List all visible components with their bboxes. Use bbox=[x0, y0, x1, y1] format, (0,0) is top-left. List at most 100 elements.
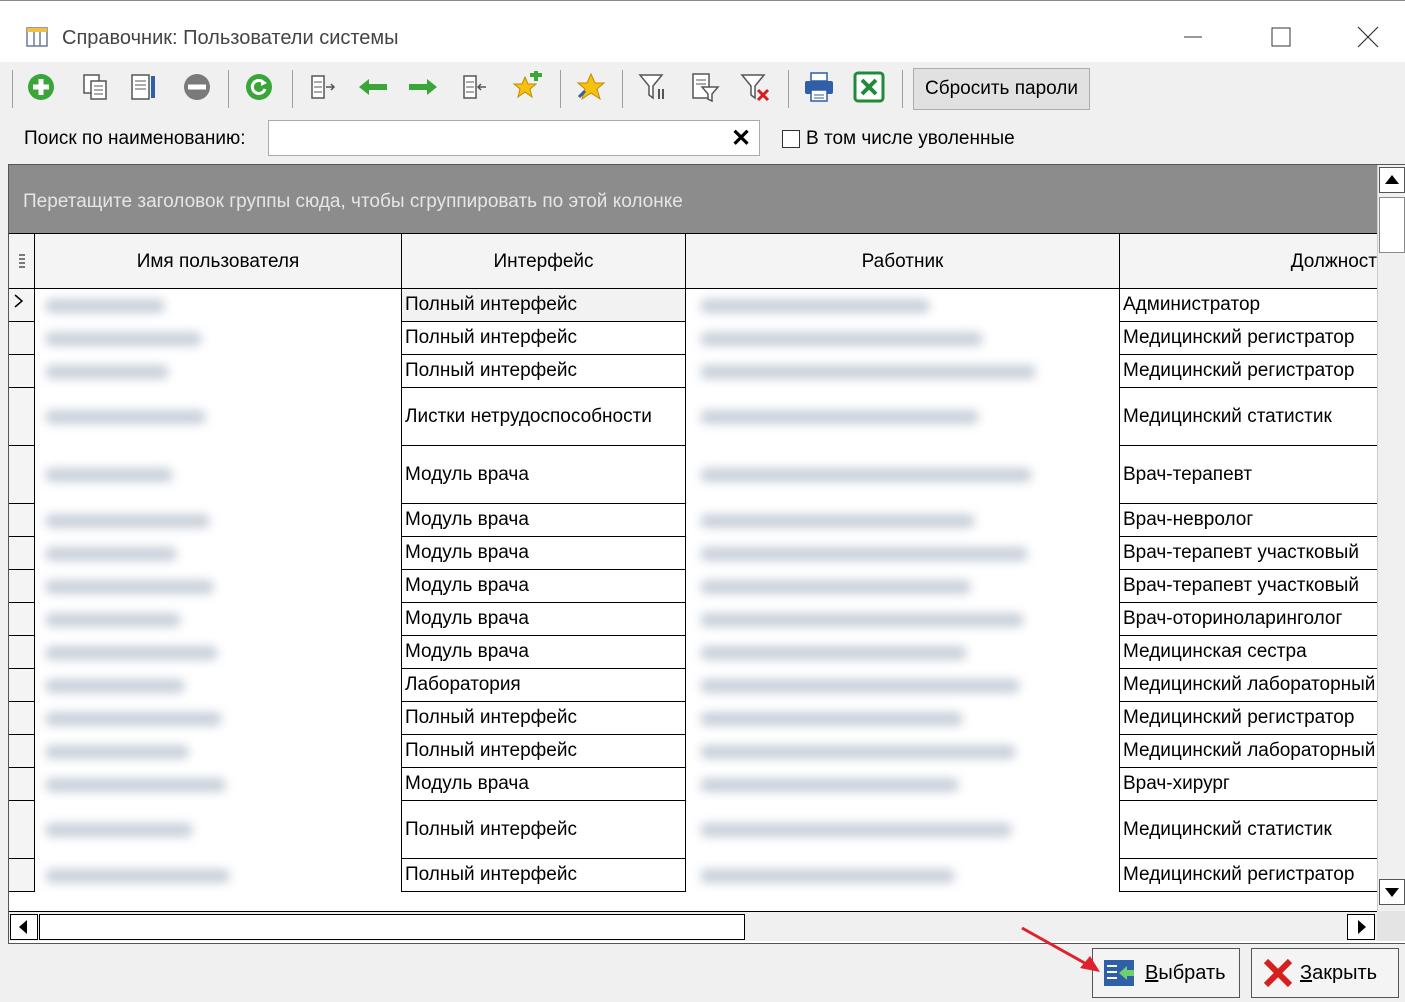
move-right-button[interactable] bbox=[406, 70, 440, 104]
position-cell[interactable]: Медицинский статистик bbox=[1120, 388, 1377, 446]
excel-export-button[interactable] bbox=[852, 70, 886, 104]
position-cell[interactable]: Администратор bbox=[1120, 289, 1377, 322]
username-cell[interactable] bbox=[35, 801, 402, 859]
worker-cell[interactable] bbox=[686, 355, 1120, 388]
username-cell[interactable] bbox=[35, 355, 402, 388]
username-cell[interactable] bbox=[35, 735, 402, 768]
worker-cell[interactable] bbox=[686, 388, 1120, 446]
table-row[interactable]: Модуль врача Врач-терапевт bbox=[9, 446, 1377, 504]
username-cell[interactable] bbox=[35, 702, 402, 735]
username-cell[interactable] bbox=[35, 289, 402, 322]
filter-button[interactable] bbox=[636, 70, 670, 104]
position-cell[interactable]: Медицинский статистик bbox=[1120, 801, 1377, 859]
row-indicator[interactable] bbox=[9, 355, 35, 388]
worker-cell[interactable] bbox=[686, 504, 1120, 537]
table-row[interactable]: Полный интерфейс Медицинский регистратор bbox=[9, 702, 1377, 735]
worker-cell[interactable] bbox=[686, 570, 1120, 603]
scroll-right-button[interactable] bbox=[1347, 914, 1375, 940]
position-cell[interactable]: Медицинский регистратор bbox=[1120, 859, 1377, 892]
minimize-button[interactable] bbox=[1170, 15, 1216, 55]
username-cell[interactable] bbox=[35, 446, 402, 504]
interface-cell[interactable]: Полный интерфейс bbox=[402, 702, 686, 735]
table-row[interactable]: Листки нетрудоспособности Медицинский ста… bbox=[9, 388, 1377, 446]
position-cell[interactable]: Врач-терапевт участковый bbox=[1120, 570, 1377, 603]
username-cell[interactable] bbox=[35, 669, 402, 702]
table-row[interactable]: Полный интерфейс Медицинский регистратор bbox=[9, 859, 1377, 892]
include-fired-label[interactable]: В том числе уволенные bbox=[806, 128, 1015, 150]
position-cell[interactable]: Медицинский лабораторный bbox=[1120, 669, 1377, 702]
worker-cell[interactable] bbox=[686, 859, 1120, 892]
worker-cell[interactable] bbox=[686, 603, 1120, 636]
interface-cell[interactable]: Полный интерфейс bbox=[402, 801, 686, 859]
username-cell[interactable] bbox=[35, 570, 402, 603]
horizontal-scroll-thumb[interactable] bbox=[39, 914, 745, 940]
position-cell[interactable]: Врач-терапевт участковый bbox=[1120, 537, 1377, 570]
copy-button[interactable] bbox=[78, 70, 112, 104]
interface-cell[interactable]: Полный интерфейс bbox=[402, 289, 686, 322]
delete-button[interactable] bbox=[180, 70, 214, 104]
table-row[interactable]: Модуль врача Врач-невролог bbox=[9, 504, 1377, 537]
username-cell[interactable] bbox=[35, 388, 402, 446]
position-cell[interactable]: Медицинский лабораторный bbox=[1120, 735, 1377, 768]
include-fired-checkbox[interactable] bbox=[782, 130, 800, 148]
interface-cell[interactable]: Полный интерфейс bbox=[402, 859, 686, 892]
column-header-position[interactable]: Должност bbox=[1120, 234, 1377, 289]
favorites-button[interactable] bbox=[574, 70, 608, 104]
edit-button[interactable] bbox=[126, 70, 160, 104]
table-row[interactable]: Модуль врача Врач-оториноларинголог bbox=[9, 603, 1377, 636]
column-header-worker[interactable]: Работник bbox=[686, 234, 1120, 289]
worker-cell[interactable] bbox=[686, 446, 1120, 504]
worker-cell[interactable] bbox=[686, 702, 1120, 735]
worker-cell[interactable] bbox=[686, 768, 1120, 801]
column-header-interface[interactable]: Интерфейс bbox=[402, 234, 686, 289]
row-indicator[interactable] bbox=[9, 289, 35, 322]
table-row[interactable]: Лаборатория Медицинский лабораторный bbox=[9, 669, 1377, 702]
row-indicator[interactable] bbox=[9, 570, 35, 603]
row-indicator[interactable] bbox=[9, 537, 35, 570]
search-input[interactable] bbox=[268, 120, 760, 156]
table-row[interactable]: Полный интерфейс Медицинский регистратор bbox=[9, 355, 1377, 388]
worker-cell[interactable] bbox=[686, 636, 1120, 669]
position-cell[interactable]: Врач-хирург bbox=[1120, 768, 1377, 801]
row-indicator[interactable] bbox=[9, 702, 35, 735]
interface-cell[interactable]: Полный интерфейс bbox=[402, 322, 686, 355]
close-button[interactable]: Закрыть bbox=[1251, 948, 1399, 998]
username-cell[interactable] bbox=[35, 504, 402, 537]
search-clear-button[interactable]: ✕ bbox=[731, 124, 751, 153]
filter-clear-button[interactable] bbox=[738, 70, 772, 104]
worker-cell[interactable] bbox=[686, 669, 1120, 702]
scroll-down-button[interactable] bbox=[1379, 879, 1405, 905]
position-cell[interactable]: Медицинский регистратор bbox=[1120, 322, 1377, 355]
row-indicator[interactable] bbox=[9, 636, 35, 669]
print-button[interactable] bbox=[802, 70, 836, 104]
vertical-scrollbar[interactable] bbox=[1377, 165, 1405, 911]
select-button[interactable]: Выбрать bbox=[1092, 948, 1240, 998]
table-row[interactable]: Полный интерфейс Медицинский лабораторный bbox=[9, 735, 1377, 768]
interface-cell[interactable]: Модуль врача bbox=[402, 603, 686, 636]
filter-edit-button[interactable] bbox=[688, 70, 722, 104]
interface-cell[interactable]: Модуль врача bbox=[402, 504, 686, 537]
column-chooser-button[interactable] bbox=[306, 70, 340, 104]
vertical-scroll-thumb[interactable] bbox=[1379, 197, 1405, 253]
position-cell[interactable]: Медицинская сестра bbox=[1120, 636, 1377, 669]
position-cell[interactable]: Врач-терапевт bbox=[1120, 446, 1377, 504]
position-cell[interactable]: Медицинский регистратор bbox=[1120, 702, 1377, 735]
column-settings-button[interactable] bbox=[458, 70, 492, 104]
maximize-button[interactable] bbox=[1258, 15, 1304, 55]
username-cell[interactable] bbox=[35, 537, 402, 570]
horizontal-scrollbar[interactable] bbox=[9, 911, 1377, 941]
position-cell[interactable]: Врач-оториноларинголог bbox=[1120, 603, 1377, 636]
worker-cell[interactable] bbox=[686, 322, 1120, 355]
username-cell[interactable] bbox=[35, 636, 402, 669]
table-row[interactable]: Полный интерфейс Медицинский статистик bbox=[9, 801, 1377, 859]
add-favorite-button[interactable] bbox=[510, 70, 544, 104]
column-header-username[interactable]: Имя пользователя bbox=[35, 234, 402, 289]
row-indicator-header[interactable] bbox=[9, 234, 35, 289]
table-row[interactable]: Модуль врача Врач-хирург bbox=[9, 768, 1377, 801]
worker-cell[interactable] bbox=[686, 537, 1120, 570]
table-row[interactable]: Полный интерфейс Медицинский регистратор bbox=[9, 322, 1377, 355]
interface-cell[interactable]: Полный интерфейс bbox=[402, 355, 686, 388]
username-cell[interactable] bbox=[35, 603, 402, 636]
row-indicator[interactable] bbox=[9, 801, 35, 859]
interface-cell[interactable]: Лаборатория bbox=[402, 669, 686, 702]
